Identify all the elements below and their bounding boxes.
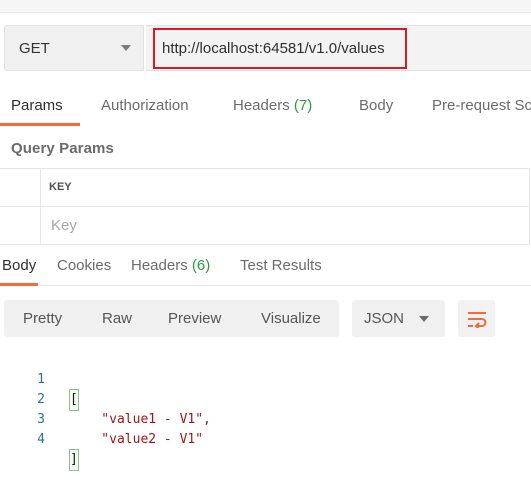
method-label: GET bbox=[19, 39, 50, 57]
key-column-header: KEY bbox=[49, 181, 72, 193]
url-input[interactable]: http://localhost:64581/v1.0/values bbox=[153, 28, 407, 69]
request-tabs: Params Authorization Headers (7) Body Pr… bbox=[0, 86, 531, 126]
wrap-lines-icon bbox=[467, 311, 486, 328]
code-line: 1 [ bbox=[0, 350, 531, 411]
code-text: "value2 - V1" bbox=[70, 432, 204, 447]
view-raw-button[interactable]: Raw bbox=[102, 300, 132, 337]
wrap-lines-button[interactable] bbox=[458, 300, 495, 337]
code-text: ] bbox=[69, 449, 79, 471]
tab-label: Body bbox=[359, 97, 394, 114]
tab-label: Authorization bbox=[101, 97, 189, 114]
view-mode-group: Pretty Raw Preview Visualize bbox=[4, 300, 339, 337]
response-tab-cookies[interactable]: Cookies bbox=[57, 247, 111, 285]
active-response-tab-underline bbox=[0, 283, 38, 286]
view-preview-button[interactable]: Preview bbox=[168, 300, 221, 337]
response-tabs: Body Cookies Headers (6) Test Results bbox=[0, 247, 531, 286]
tab-label: Test Results bbox=[240, 257, 322, 274]
key-input[interactable]: Key bbox=[51, 217, 77, 234]
query-params-title: Query Params bbox=[11, 140, 114, 157]
tab-params[interactable]: Params bbox=[11, 86, 63, 126]
table-column-divider bbox=[40, 168, 41, 245]
code-line: 3 "value2 - V1" bbox=[0, 390, 531, 447]
tab-label: Cookies bbox=[57, 257, 112, 274]
tab-label: Headers bbox=[131, 257, 188, 274]
line-number: 4 bbox=[37, 432, 45, 447]
view-visualize-button[interactable]: Visualize bbox=[261, 300, 321, 337]
headers-count: (7) bbox=[293, 97, 313, 114]
table-divider bbox=[0, 206, 530, 207]
code-line: 4 ] bbox=[0, 410, 531, 471]
view-pretty-button[interactable]: Pretty bbox=[23, 300, 62, 337]
chevron-down-icon bbox=[121, 45, 131, 51]
tab-label: Headers bbox=[233, 97, 290, 114]
tab-authorization[interactable]: Authorization bbox=[101, 86, 189, 126]
tab-headers[interactable]: Headers (7) bbox=[233, 86, 312, 126]
code-line: 2 "value1 - V1", bbox=[0, 370, 531, 427]
response-tab-headers[interactable]: Headers (6) bbox=[131, 247, 210, 285]
chevron-down-icon bbox=[419, 315, 429, 322]
top-strip bbox=[0, 0, 531, 13]
active-tab-underline bbox=[0, 123, 80, 126]
format-select[interactable]: JSON bbox=[352, 300, 445, 337]
response-tab-body[interactable]: Body bbox=[2, 247, 36, 285]
response-tab-test-results[interactable]: Test Results bbox=[240, 247, 322, 285]
tab-body[interactable]: Body bbox=[359, 86, 393, 126]
format-label: JSON bbox=[364, 310, 405, 327]
tab-label: Body bbox=[2, 257, 37, 274]
tab-pre-request-script[interactable]: Pre-request Sc bbox=[432, 86, 531, 126]
tab-label: Params bbox=[11, 97, 63, 114]
headers-count: (6) bbox=[191, 257, 211, 274]
method-select[interactable]: GET bbox=[4, 25, 144, 71]
url-value: http://localhost:64581/v1.0/values bbox=[162, 40, 385, 57]
tab-label: Pre-request Sc bbox=[432, 97, 531, 114]
